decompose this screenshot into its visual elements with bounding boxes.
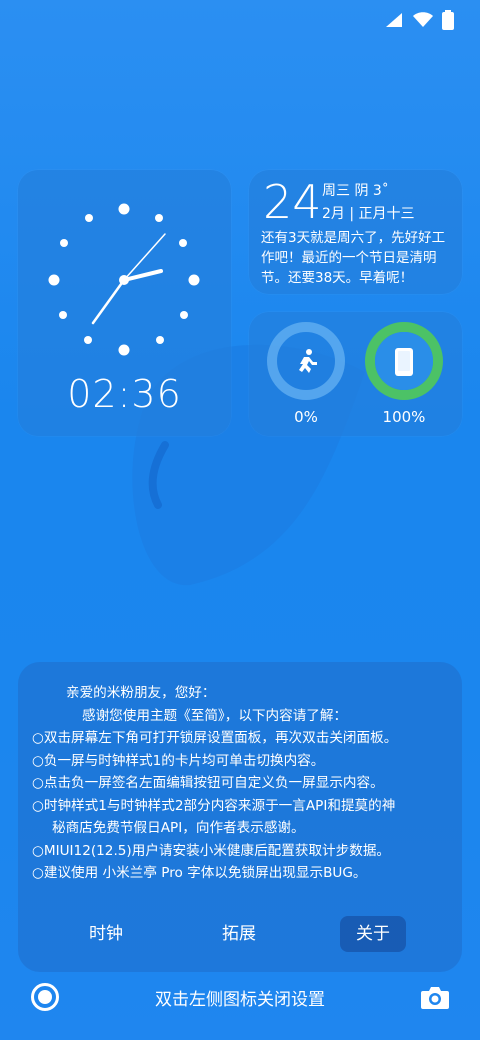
stats-widget[interactable]: 0% 100% (249, 312, 462, 436)
battery-icon (442, 10, 454, 30)
battery-percent: 100% (382, 408, 426, 426)
hour-hand (122, 269, 163, 282)
date-day: 24 (263, 175, 322, 229)
clock-widget[interactable]: 02:36 (18, 170, 231, 436)
status-bar (384, 10, 454, 30)
info-line: 秘商店免费节假日API，向作者表示感谢。 (52, 820, 305, 836)
analog-clock (48, 203, 200, 356)
weekday-weather: 周三 阴 3˚ (322, 183, 389, 199)
info-line: 亲爱的米粉朋友，您好： (66, 685, 216, 701)
phone-icon (395, 348, 413, 376)
minute-hand (91, 278, 126, 325)
bottom-bar: 双击左侧图标关闭设置 (0, 976, 480, 1020)
stats-rings (267, 322, 443, 400)
steps-percent: 0% (294, 408, 318, 426)
info-line: ○点击负一屏签名左面编辑按钮可自定义负一屏显示内容。 (32, 775, 384, 791)
info-line: ○双击屏幕左下角可打开锁屏设置面板，再次双击关闭面板。 (32, 730, 398, 746)
signal-icon (386, 13, 402, 27)
info-line: ○负一屏与时钟样式1的卡片均可单击切换内容。 (32, 752, 325, 769)
info-line: ○MIUI12(12.5)用户请安装小米健康后配置获取计步数据。 (32, 842, 391, 859)
tab-about[interactable]: 关于 (340, 916, 406, 952)
settings-panel: 亲爱的米粉朋友，您好： 感谢您使用主题《至简》，以下内容请了解： ○双击屏幕左下… (18, 662, 462, 972)
info-line: 感谢您使用主题《至简》，以下内容请了解： (82, 707, 348, 724)
close-settings-hint: 双击左侧图标关闭设置 (155, 990, 325, 1010)
date-widget[interactable]: 24 周三 阴 3˚ 2月 | 正月十三 还有3天就是周六了，先好好工作吧！最近… (249, 170, 462, 294)
digital-time: 02:36 (67, 372, 182, 416)
tab-extend[interactable]: 拓展 (206, 916, 272, 952)
tab-clock[interactable]: 时钟 (73, 916, 139, 952)
info-line: ○建议使用 小米兰亭 Pro 字体以免锁屏出现显示BUG。 (32, 865, 367, 881)
camera-icon[interactable] (420, 983, 450, 1013)
running-icon (299, 349, 317, 373)
info-text: 亲爱的米粉朋友，您好： 感谢您使用主题《至简》，以下内容请了解： ○双击屏幕左下… (32, 682, 452, 885)
month-lunar-date: 2月 | 正月十三 (322, 206, 415, 222)
wifi-icon (413, 12, 433, 27)
date-message: 还有3天就是周六了，先好好工作吧！最近的一个节日是清明节。还要38天。早着呢！ (261, 230, 446, 286)
info-line: ○时钟样式1与时钟样式2部分内容来源于一言API和提莫的神 (32, 797, 396, 814)
